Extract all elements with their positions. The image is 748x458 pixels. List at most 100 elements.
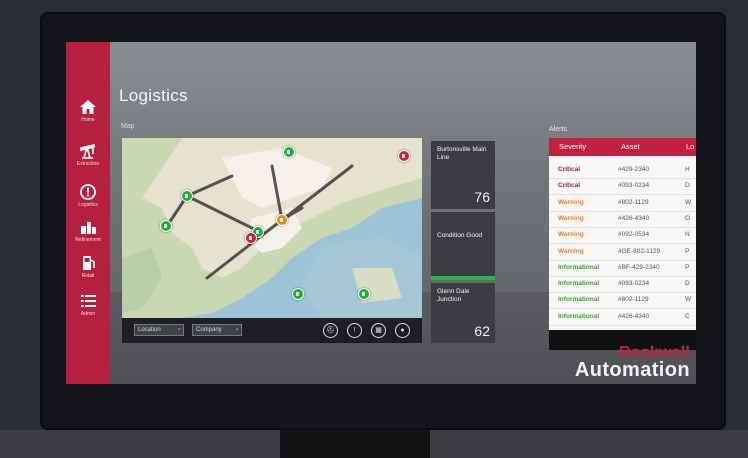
severity-cell: Warning <box>558 198 584 206</box>
location-cell: C <box>685 312 690 320</box>
table-row[interactable]: Informational #426-4340 C <box>549 309 696 326</box>
severity-cell: Informational <box>558 296 600 304</box>
map-toolbar: Location › Company › ⛑ ! ▦ ● <box>122 318 422 343</box>
truck-filter-icon[interactable]: ▦ <box>371 323 386 338</box>
location-cell: W <box>685 296 692 304</box>
location-dropdown-label: Location <box>138 327 161 333</box>
asset-cell: #802-1129 <box>618 296 649 304</box>
alerts-section-label: Alerts <box>549 126 567 133</box>
table-row[interactable]: Warning #GE-802-1129 P <box>549 244 696 261</box>
monitor-stand <box>280 428 430 458</box>
sidebar-item-label: Retail <box>81 273 95 279</box>
sidebar-item-label: Extraction <box>76 161 100 167</box>
sidebar-item-label: Refinement <box>75 237 101 243</box>
condition-good-bar <box>431 276 495 280</box>
severity-cell: Warning <box>558 214 584 222</box>
alert-filter-icon[interactable]: ! <box>347 323 362 338</box>
asset-marker[interactable] <box>160 220 172 232</box>
severity-cell: Informational <box>558 312 600 320</box>
column-header-location[interactable]: Lo <box>686 142 694 151</box>
column-header-severity[interactable]: Severity <box>559 142 586 151</box>
tile-name: Glenn Dale Junction <box>437 288 470 303</box>
location-dropdown[interactable]: Location › <box>134 324 184 336</box>
brand-logo: Rockwell Automation <box>540 344 696 384</box>
asset-marker[interactable] <box>358 288 370 300</box>
tile-name: Burtonsville Main Line <box>437 146 487 161</box>
tile-value: 76 <box>474 189 490 205</box>
table-row[interactable]: Warning #802-1129 W <box>549 195 696 212</box>
location-cell: D <box>685 182 690 190</box>
asset-tile-glenn-dale[interactable]: Glenn Dale Junction 62 <box>431 283 495 343</box>
location-cell: P <box>685 263 690 271</box>
asset-cell: #426-4340 <box>618 214 650 222</box>
page-title: Logistics <box>119 86 188 105</box>
location-cell: O <box>685 214 691 222</box>
asset-cell: #429-2340 <box>618 166 650 173</box>
asset-cell: #GE-802-1129 <box>618 247 661 255</box>
table-row[interactable]: Critical #429-2340 H <box>549 162 696 179</box>
list-icon <box>81 295 96 307</box>
asset-cell: #093-0234 <box>618 280 650 288</box>
location-cell: W <box>685 198 692 206</box>
severity-cell: Critical <box>558 182 581 190</box>
app-screen: Home Extraction Logistics Refinement Ret… <box>66 42 696 384</box>
sidebar-item-retail[interactable]: Retail <box>66 254 110 292</box>
asset-tile-burtonsville[interactable]: Burtonsville Main Line 76 <box>431 141 495 209</box>
sidebar: Home Extraction Logistics Refinement Ret… <box>66 42 110 384</box>
alert-circle-icon <box>80 184 96 200</box>
map-panel[interactable]: Location › Company › ⛑ ! ▦ ● <box>122 138 422 343</box>
alerts-table: Severity Asset Lo Critical #429-2340 H Crit… <box>549 138 696 330</box>
sidebar-item-label: Home <box>81 117 95 123</box>
column-header-asset[interactable]: Asset <box>621 142 640 151</box>
fuel-pump-icon <box>83 256 95 270</box>
sidebar-item-admin[interactable]: Admin <box>66 292 110 330</box>
sidebar-item-logistics[interactable]: Logistics <box>66 183 110 221</box>
severity-cell: Informational <box>558 280 600 288</box>
asset-marker-critical[interactable] <box>245 232 257 244</box>
asset-marker[interactable] <box>283 146 295 158</box>
sidebar-item-extraction[interactable]: Extraction <box>66 142 110 180</box>
severity-cell: Informational <box>558 263 600 271</box>
sidebar-item-home[interactable]: Home <box>66 98 110 136</box>
asset-marker[interactable] <box>292 288 304 300</box>
asset-cell: #802-1129 <box>618 198 649 206</box>
table-row[interactable]: Warning #426-4340 O <box>549 211 696 228</box>
table-row[interactable]: Informational #802-1129 W <box>549 292 696 310</box>
map-section-label: Map <box>121 123 135 130</box>
asset-cell: #092-0534 <box>618 231 650 239</box>
asset-cell: #093-0234 <box>618 182 650 190</box>
pumpjack-filter-icon[interactable]: ⛑ <box>323 323 338 338</box>
table-row[interactable]: Informational #BF-429-2340 P <box>549 260 696 277</box>
company-dropdown-label: Company <box>196 327 222 333</box>
asset-marker[interactable] <box>181 190 193 202</box>
sidebar-item-label: Logistics <box>78 202 98 208</box>
chevron-down-icon: › <box>178 327 180 333</box>
asset-tile-condition[interactable]: Condition Good <box>431 212 495 280</box>
severity-cell: Critical <box>558 166 581 173</box>
fuel-filter-icon[interactable]: ● <box>395 323 410 338</box>
asset-cell: #BF-429-2340 <box>618 263 660 271</box>
location-cell: H <box>685 166 690 173</box>
table-row[interactable]: Warning #092-0534 N <box>549 227 696 245</box>
pumpjack-icon <box>80 143 95 159</box>
severity-cell: Warning <box>558 247 584 255</box>
table-row[interactable]: Critical #093-0234 D <box>549 178 696 196</box>
sidebar-item-label: Admin <box>80 311 96 317</box>
chevron-down-icon: › <box>236 327 238 333</box>
alerts-table-header: Severity Asset Lo <box>549 138 696 156</box>
table-row[interactable]: Informational #093-0234 D <box>549 276 696 294</box>
location-cell: P <box>685 247 690 255</box>
asset-cell: #426-4340 <box>618 312 650 320</box>
refinery-icon <box>81 222 96 234</box>
tile-name: Condition Good <box>437 232 483 239</box>
company-dropdown[interactable]: Company › <box>192 324 242 336</box>
home-icon <box>80 100 96 114</box>
location-cell: N <box>685 231 690 239</box>
tile-value: 62 <box>474 323 490 339</box>
severity-cell: Warning <box>558 231 584 239</box>
logo-line-2: Automation <box>574 359 690 381</box>
asset-marker-warning[interactable] <box>276 214 288 226</box>
asset-marker-critical[interactable] <box>398 150 410 162</box>
location-cell: D <box>685 280 690 288</box>
sidebar-item-refinement[interactable]: Refinement <box>66 218 110 256</box>
